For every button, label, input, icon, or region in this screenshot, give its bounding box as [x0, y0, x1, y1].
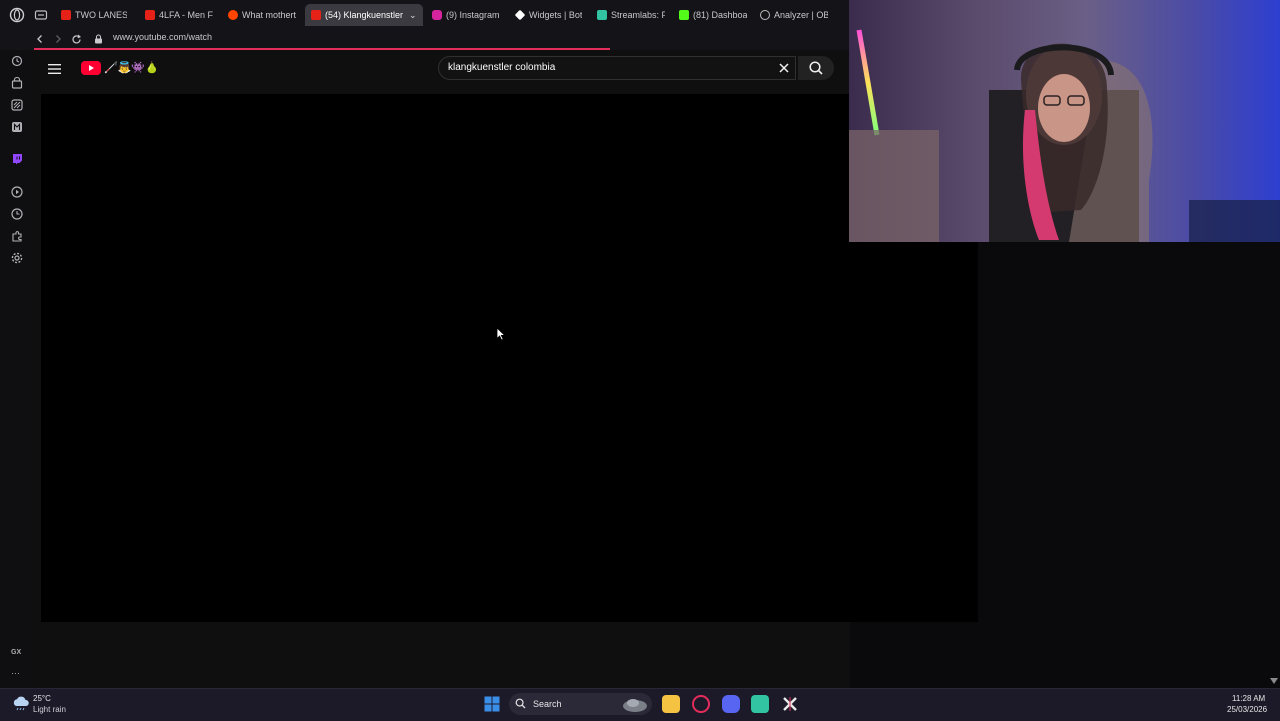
history-icon[interactable]: [10, 54, 24, 68]
search-input[interactable]: klangkuenstler colombia: [448, 62, 555, 73]
forward-arrow-icon: [56, 35, 61, 43]
shop-icon[interactable]: [10, 76, 24, 90]
search-button[interactable]: [798, 56, 834, 80]
taskbar-search-icon: [515, 698, 526, 709]
windows-start-icon[interactable]: [484, 696, 500, 712]
streamlabs-icon: [597, 10, 607, 20]
youtube-logo-text: 🦯👼👾🍐: [104, 62, 159, 74]
streamer-camera-image: [849, 29, 1280, 242]
tab-what-mothert[interactable]: What mothert: [222, 4, 302, 26]
gx-corner-label[interactable]: GX: [11, 649, 21, 656]
youtube-icon: [145, 10, 155, 20]
tab-4lfa[interactable]: 4LFA - Men F: [139, 4, 219, 26]
clock-icon[interactable]: [10, 207, 24, 221]
sidebar-more-button[interactable]: ···: [11, 668, 20, 678]
menu-icon[interactable]: [47, 62, 63, 76]
settings-icon[interactable]: [10, 251, 24, 265]
reload-icon: [71, 34, 81, 44]
instagram-icon: [432, 10, 442, 20]
tab-analyzer[interactable]: Analyzer | OB: [754, 4, 834, 26]
mouse-cursor-icon: [496, 327, 506, 341]
twitch-icon[interactable]: [10, 152, 24, 166]
scroll-down-arrow-icon[interactable]: [1270, 678, 1278, 684]
video-player[interactable]: [41, 94, 978, 622]
url-field[interactable]: www.youtube.com/watch: [113, 32, 212, 42]
youtube-logo-icon[interactable]: [81, 61, 101, 75]
dashboard-icon: [679, 10, 689, 20]
back-arrow-icon: [37, 35, 42, 43]
weather-cloud-rain-icon[interactable]: [11, 695, 31, 711]
messenger-icon[interactable]: [10, 120, 24, 134]
tab-chevron-icon[interactable]: ⌄: [409, 10, 417, 21]
browser-sidebar: [0, 50, 35, 688]
weather-temperature: 25°C: [33, 694, 51, 703]
search-highlight-icon: [623, 699, 647, 712]
capcut-icon[interactable]: [781, 695, 799, 713]
webcam-overlay: [849, 0, 1280, 242]
clear-search-icon[interactable]: [777, 61, 791, 75]
file-explorer-icon[interactable]: [662, 695, 680, 713]
tab-overview-icon[interactable]: [34, 8, 48, 22]
reload-button[interactable]: [68, 31, 84, 47]
forward-button[interactable]: [50, 31, 66, 47]
opera-gx-logo-icon[interactable]: [9, 7, 25, 23]
tab-two-lanes[interactable]: TWO LANES -: [55, 4, 133, 26]
player-icon[interactable]: [10, 185, 24, 199]
back-button[interactable]: [32, 31, 48, 47]
clock-time[interactable]: 11:28 AM: [1232, 694, 1265, 703]
youtube-icon: [61, 10, 71, 20]
search-icon: [809, 61, 823, 75]
tab-dashboard[interactable]: (81) Dashboar: [673, 4, 753, 26]
taskbar-search-label: Search: [533, 699, 562, 709]
weather-condition: Light rain: [33, 705, 66, 714]
streamlabs-app-icon[interactable]: [751, 695, 769, 713]
ai-icon[interactable]: [10, 98, 24, 112]
reddit-icon: [228, 10, 238, 20]
discord-icon[interactable]: [722, 695, 740, 713]
opera-gx-icon[interactable]: [692, 695, 710, 713]
tab-streamlabs[interactable]: Streamlabs: F: [591, 4, 671, 26]
secure-lock-icon[interactable]: [90, 31, 106, 47]
tab-klangkuenstler[interactable]: (54) Klangkuenstler ⌄: [305, 4, 423, 26]
extensions-icon[interactable]: [10, 229, 24, 243]
tab-instagram[interactable]: (9) Instagram: [426, 4, 508, 26]
youtube-icon: [311, 10, 321, 20]
clock-date[interactable]: 25/03/2026: [1227, 705, 1267, 714]
tab-widgets[interactable]: Widgets | Bot: [509, 4, 589, 26]
widgets-icon: [514, 9, 526, 21]
analyzer-icon: [760, 10, 770, 20]
